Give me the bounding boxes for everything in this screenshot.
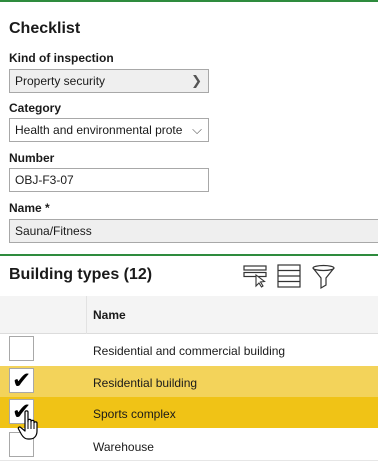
top-accent-line [0,0,378,2]
row-checkbox[interactable]: ✔ [9,367,34,393]
kind-of-inspection-value: Property security [15,74,106,88]
select-rows-icon[interactable] [243,264,269,288]
table-row[interactable]: Warehouse [0,428,378,461]
row-name: Residential and commercial building [93,344,286,358]
section-title-building-types: Building types (12) [9,266,153,283]
section-divider [0,254,378,256]
column-header-name[interactable]: Name [93,308,126,322]
table-header: Name [0,296,378,334]
row-name: Warehouse [93,440,154,454]
name-value: Sauna/Fitness [15,224,92,238]
table-row[interactable]: ✔ Sports complex [0,397,378,428]
hand-cursor-icon [17,410,38,440]
kind-of-inspection-field[interactable]: Property security ❯ [9,69,209,93]
name-field[interactable]: Sauna/Fitness [9,219,378,243]
section-title-checklist: Checklist [9,20,81,37]
number-field[interactable]: OBJ-F3-07 [9,168,209,192]
checkmark-icon: ✔ [12,367,32,393]
category-value: Health and environmental prote [15,123,183,137]
table-row[interactable]: ✔ Residential building [0,366,378,397]
number-value: OBJ-F3-07 [15,173,74,187]
filter-icon[interactable] [311,264,337,290]
column-divider [86,296,87,334]
number-label: Number [9,151,55,165]
name-label: Name * [9,201,50,215]
row-name: Sports complex [93,407,176,421]
list-view-icon[interactable] [277,264,303,288]
row-name: Residential building [93,376,198,390]
table-row[interactable]: Residential and commercial building [0,335,378,366]
chevron-right-icon: ❯ [191,73,202,88]
kind-of-inspection-label: Kind of inspection [9,51,114,65]
chevron-down-icon: ⌵ [189,119,202,141]
category-select[interactable]: Health and environmental prote ⌵ [9,118,209,142]
category-label: Category [9,101,62,115]
column-header-select [0,296,86,334]
row-checkbox[interactable] [9,336,34,361]
